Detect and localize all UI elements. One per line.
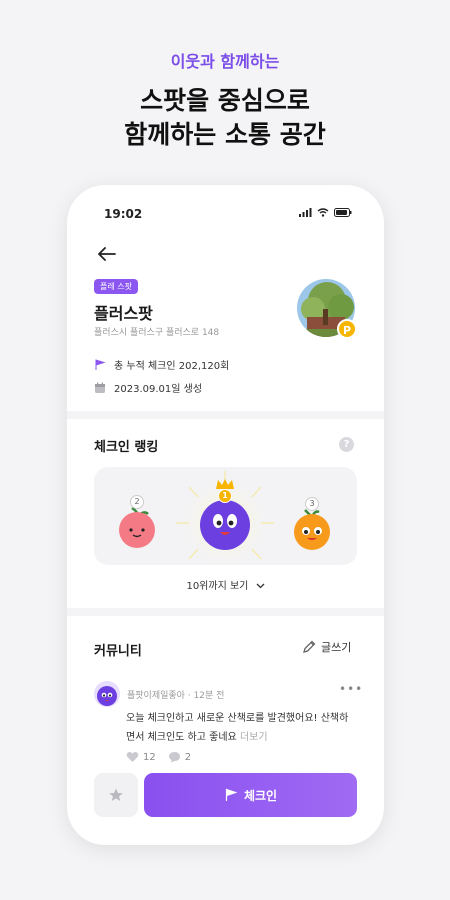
comment-count: 2: [184, 751, 192, 763]
created-date-text: 2023.09.01일 생성: [114, 384, 203, 395]
signal-icon: [299, 208, 312, 217]
promo-title-line2: 함께하는 소통 공간: [124, 120, 326, 149]
ranking-podium: 2 1 3: [94, 467, 357, 565]
rank-3-number: 3: [305, 497, 319, 511]
phone-screen: 19:02 플레 스팟 플러스팟 플러스시 플러스구 플러스로 148 P 총 …: [67, 185, 384, 845]
checkin-total-row: 총 누적 체크인 202,120회: [94, 357, 229, 372]
comment-icon: [168, 752, 180, 763]
favorite-button[interactable]: [94, 773, 138, 817]
post-time: 12분 전: [193, 691, 225, 701]
status-icons: [299, 208, 352, 217]
promo-title-line1: 스팟을 중심으로: [140, 86, 310, 115]
back-arrow-icon[interactable]: [94, 241, 120, 267]
write-post-button[interactable]: 글쓰기: [302, 639, 351, 655]
spot-level-badge: P: [337, 319, 357, 339]
pencil-icon: [303, 640, 316, 653]
like-count: 12: [143, 751, 156, 763]
checkin-total-text: 총 누적 체크인 202,120회: [114, 361, 230, 372]
help-icon[interactable]: ?: [339, 437, 354, 452]
post-body[interactable]: 오늘 체크인하고 새로운 산책로를 발견했어요! 산책하면서 체크인도 하고 좋…: [126, 709, 356, 747]
chevron-down-icon: [256, 583, 265, 589]
spot-name: 플러스팟: [94, 304, 153, 323]
section-divider: [67, 411, 384, 419]
post-meta: 플팟이제일좋아 · 12분 전: [127, 688, 224, 701]
comment-counter[interactable]: 2: [168, 751, 191, 763]
write-post-label: 글쓰기: [321, 641, 352, 654]
wifi-icon: [317, 208, 329, 217]
checkin-button[interactable]: 체크인: [144, 773, 357, 817]
promo-title: 스팟을 중심으로 함께하는 소통 공간: [0, 84, 450, 152]
calendar-icon: [95, 382, 105, 393]
like-counter[interactable]: 12: [126, 751, 156, 763]
promo-subtitle: 이웃과 함께하는: [170, 52, 280, 71]
battery-icon: [334, 208, 352, 217]
post-author-avatar[interactable]: [94, 681, 120, 707]
show-top10-link[interactable]: 10위까지 보기: [67, 577, 384, 592]
post-author[interactable]: 플팟이제일좋아: [127, 691, 185, 701]
post-text: 오늘 체크인하고 새로운 산책로를 발견했어요! 산책하면서 체크인도 하고 좋…: [126, 713, 349, 743]
rank-2-number: 2: [130, 495, 144, 509]
checkin-button-label: 체크인: [243, 788, 278, 803]
more-options-icon[interactable]: •••: [339, 682, 363, 696]
show-top10-label: 10위까지 보기: [186, 581, 249, 592]
rank-1-number: 1: [218, 489, 232, 503]
section-divider: [67, 608, 384, 616]
spot-type-badge: 플레 스팟: [94, 279, 138, 294]
star-icon: [109, 788, 123, 801]
spot-address: 플러스시 플러스구 플러스로 148: [94, 328, 220, 338]
flag-icon: [95, 358, 106, 370]
heart-icon: [126, 751, 139, 762]
ranking-title: 체크인 랭킹: [94, 440, 159, 455]
read-more-link[interactable]: 더보기: [240, 732, 268, 743]
post-counters: 12 2: [126, 751, 191, 763]
community-title: 커뮤니티: [94, 644, 142, 659]
status-bar: 19:02: [67, 185, 384, 241]
crown-icon: [215, 475, 235, 489]
status-time: 19:02: [104, 207, 143, 221]
created-date-row: 2023.09.01일 생성: [94, 380, 202, 395]
flag-icon: [225, 788, 238, 801]
